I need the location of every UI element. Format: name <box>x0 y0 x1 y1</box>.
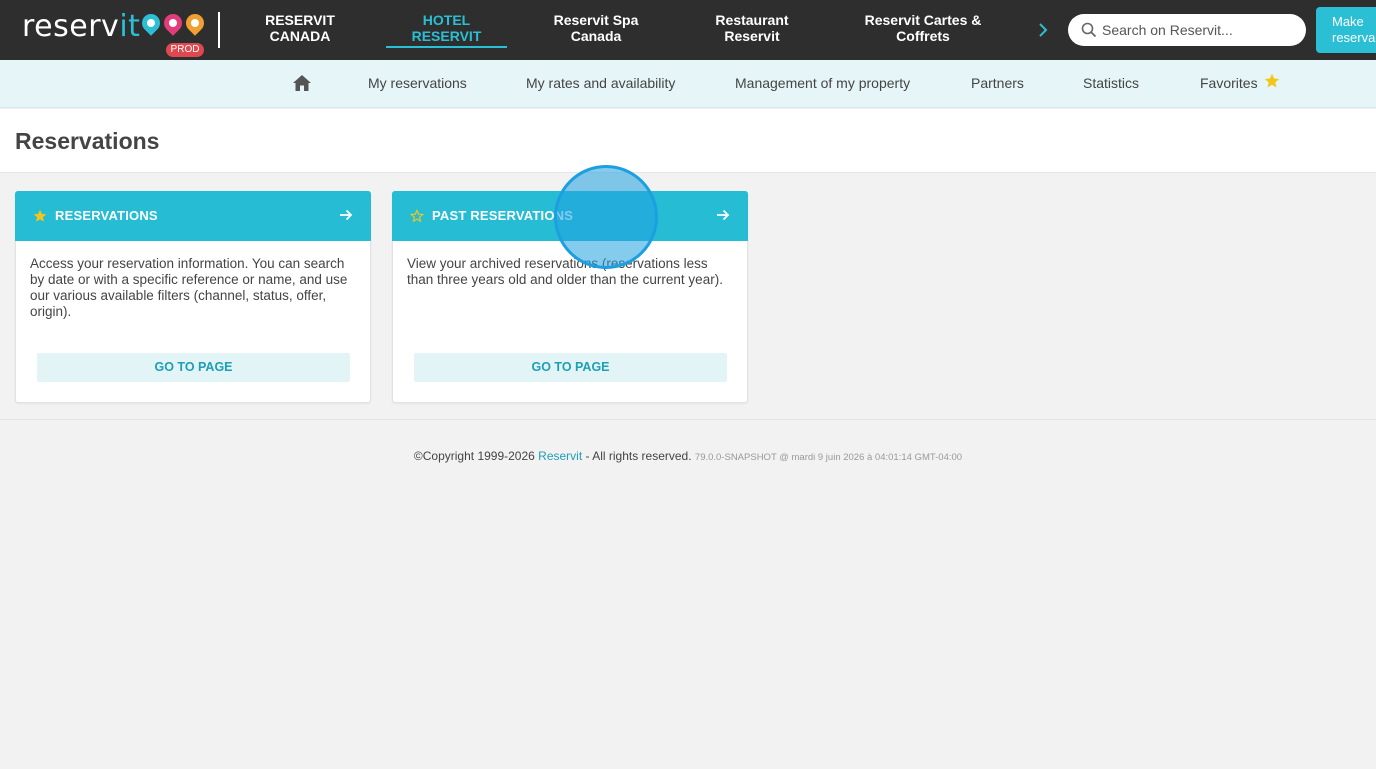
search-icon <box>1081 22 1097 38</box>
make-button-line1: Make <box>1332 14 1364 29</box>
footer: ©Copyright 1999-2026 Reservit - All righ… <box>0 449 1376 463</box>
tab-label-line2: Canada <box>570 28 622 44</box>
sub-navigation: My reservations My rates and availabilit… <box>0 60 1376 108</box>
divider <box>218 12 220 48</box>
star-filled-icon[interactable] <box>33 209 47 223</box>
nav-my-reservations[interactable]: My reservations <box>368 74 467 92</box>
rights-text: - All rights reserved. <box>582 449 695 463</box>
bed-pin-icon <box>138 10 164 36</box>
tab-label-line2: Coffrets <box>896 28 950 44</box>
card-description: Access your reservation information. You… <box>30 256 348 319</box>
card-reservations: RESERVATIONS Access your reservation inf… <box>15 191 371 403</box>
tab-label-line2: RESERVIT <box>411 28 482 44</box>
env-badge: PROD <box>166 43 204 57</box>
card-description: View your archived reservations (reserva… <box>407 256 723 287</box>
nav-partners[interactable]: Partners <box>971 74 1024 92</box>
make-button-line2: reserva <box>1332 30 1376 45</box>
tab-label-line2: CANADA <box>269 28 331 44</box>
search-input[interactable] <box>1102 14 1298 46</box>
page-title: Reservations <box>15 128 160 154</box>
home-icon[interactable] <box>292 74 312 92</box>
logo-wordmark: reservit <box>22 9 141 44</box>
tab-restaurant-reservit[interactable]: Restaurant Reservit <box>712 12 792 48</box>
footer-divider <box>0 419 1376 420</box>
card-title: PAST RESERVATIONS <box>432 208 574 223</box>
nav-my-rates-availability[interactable]: My rates and availability <box>526 74 675 92</box>
tab-hotel-reservit[interactable]: HOTEL RESERVIT <box>386 12 507 48</box>
tab-reservit-cartes-coffrets[interactable]: Reservit Cartes & Coffrets <box>862 12 984 48</box>
go-to-page-button[interactable]: GO TO PAGE <box>414 353 727 382</box>
top-bar: reservit PROD RESERVIT CANADA HOTEL RESE… <box>0 0 1376 60</box>
tab-reservit-canada[interactable]: RESERVIT CANADA <box>262 12 338 48</box>
reservit-link[interactable]: Reservit <box>538 449 582 463</box>
make-reservation-button[interactable]: Make reserva <box>1316 7 1376 53</box>
spa-pin-icon <box>160 10 186 36</box>
tab-label-line1: RESERVIT <box>265 12 335 28</box>
go-to-page-button[interactable]: GO TO PAGE <box>37 353 350 382</box>
build-info: 79.0.0-SNAPSHOT @ mardi 9 juin 2026 à 04… <box>694 452 963 463</box>
arrow-right-icon[interactable] <box>339 208 353 222</box>
copyright-text: ©Copyright 1999-2026 <box>413 449 539 463</box>
tab-label-line1: Restaurant <box>715 12 789 28</box>
star-outline-icon[interactable] <box>410 209 424 223</box>
restaurant-pin-icon <box>182 10 208 36</box>
chevron-right-icon[interactable] <box>1036 20 1050 40</box>
arrow-right-icon[interactable] <box>716 208 730 222</box>
tab-label-line2: Reservit <box>724 28 780 44</box>
tab-label-line1: Reservit Cartes & <box>864 12 982 28</box>
card-title: RESERVATIONS <box>55 208 158 223</box>
nav-statistics[interactable]: Statistics <box>1083 74 1139 92</box>
tab-label-line1: HOTEL <box>422 12 471 28</box>
card-header[interactable]: RESERVATIONS <box>15 191 371 241</box>
search-box <box>1068 14 1306 46</box>
page-header: Reservations <box>0 109 1376 173</box>
star-icon <box>1264 73 1280 88</box>
nav-management-property[interactable]: Management of my property <box>735 74 910 92</box>
tab-reservit-spa-canada[interactable]: Reservit Spa Canada <box>548 12 644 48</box>
nav-favorites[interactable]: Favorites <box>1200 74 1258 92</box>
click-indicator <box>554 165 658 269</box>
tab-label-line1: Reservit Spa <box>553 12 639 28</box>
